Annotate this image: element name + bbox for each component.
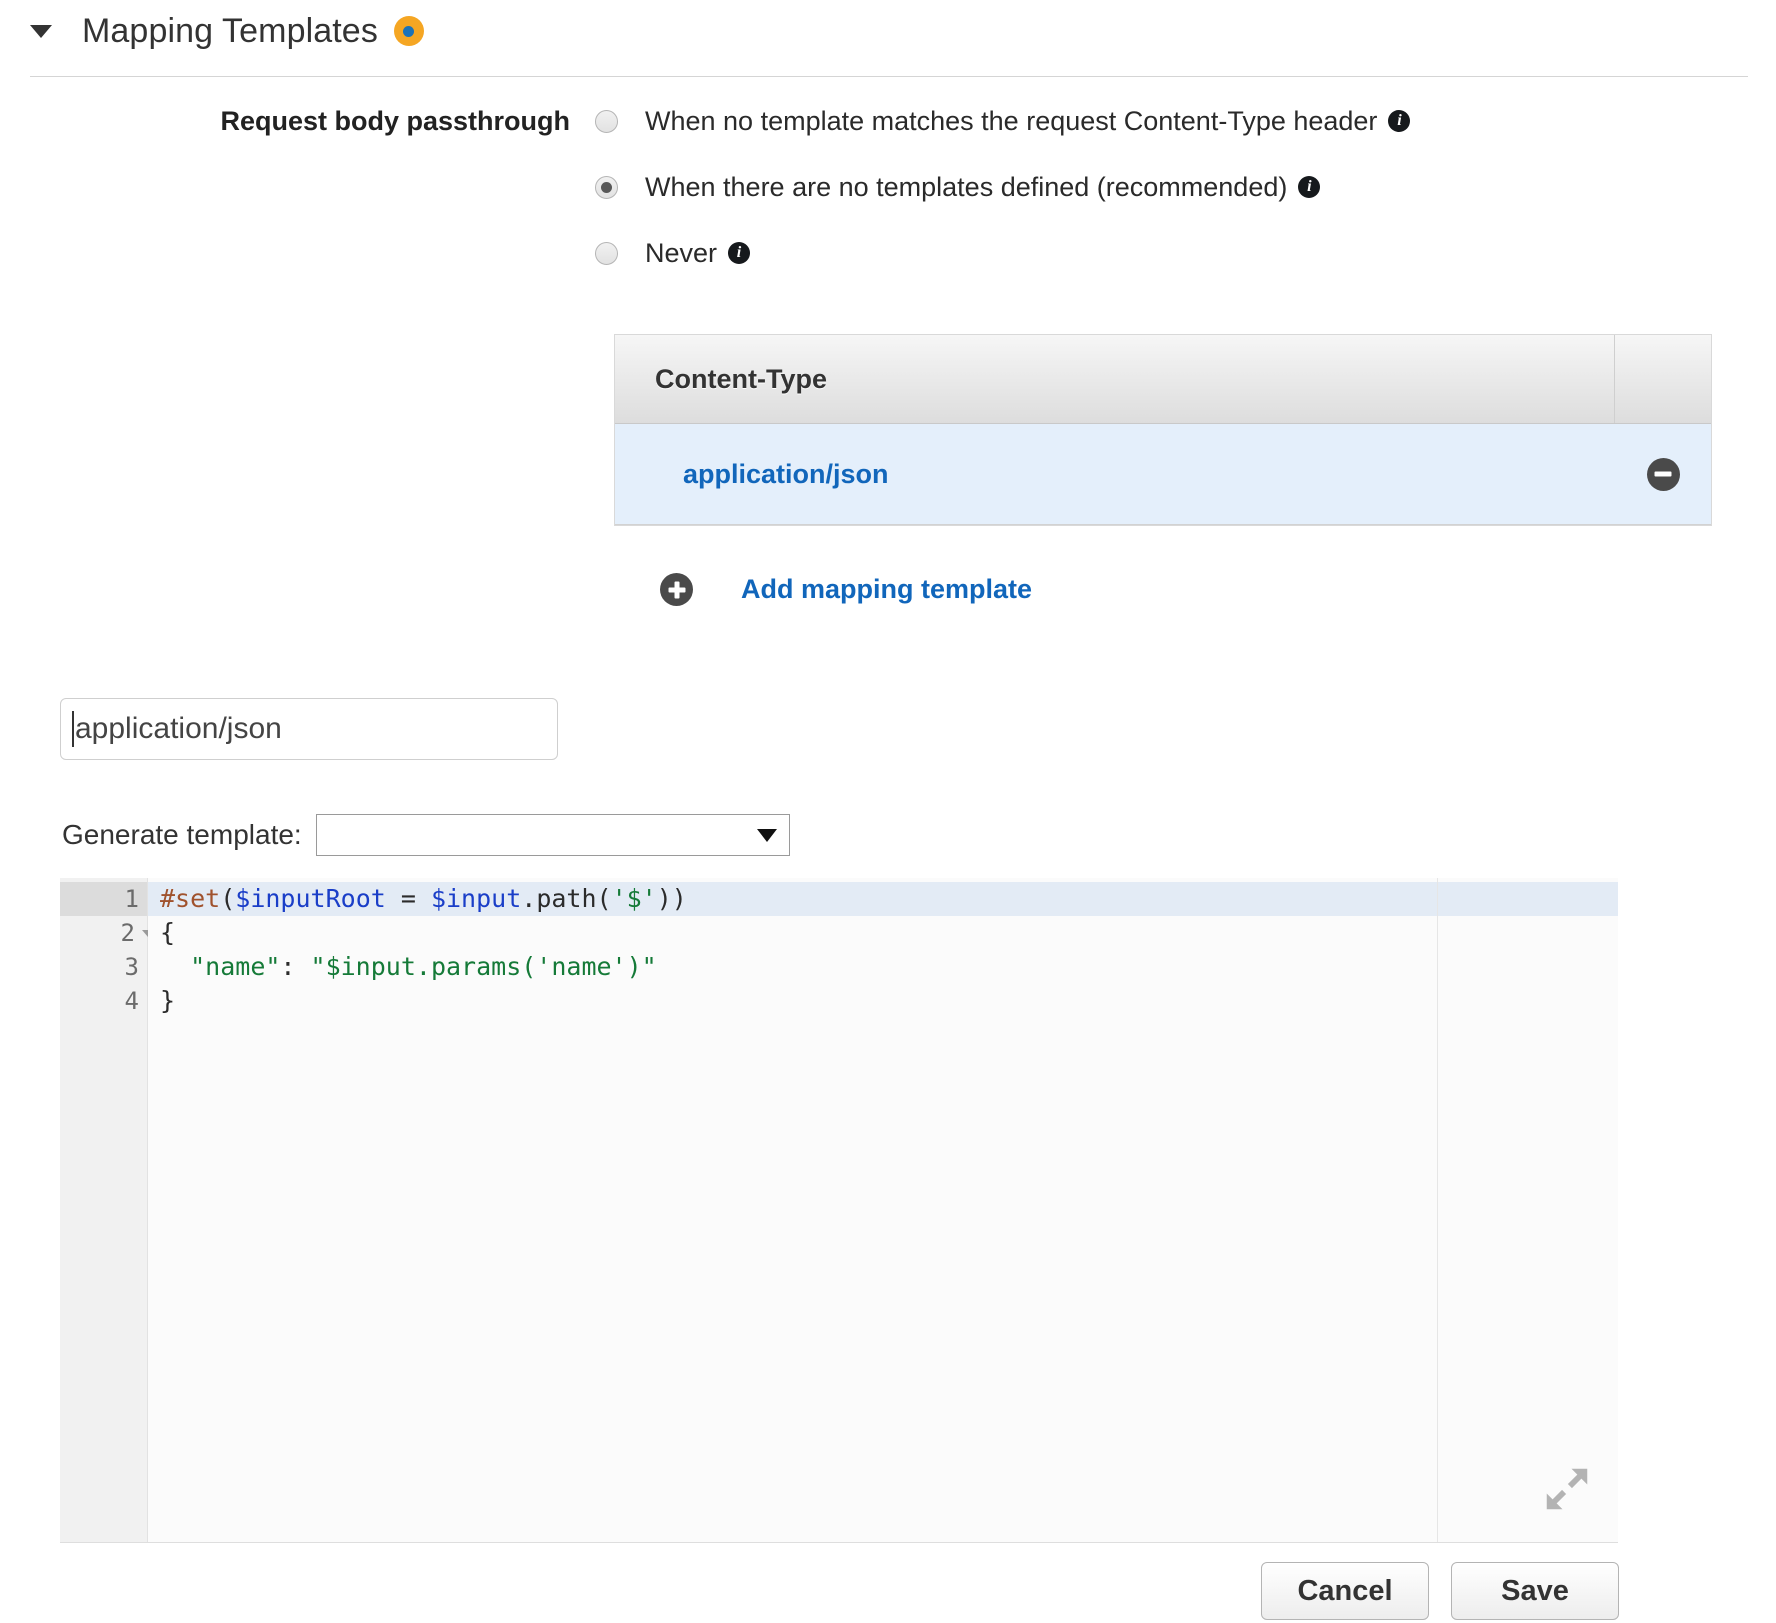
editor-code-area[interactable]: #set($inputRoot = $input.path('$')){ "na… (148, 878, 1618, 1542)
request-body-passthrough-group: Request body passthrough When no templat… (0, 104, 1776, 302)
page-title: Mapping Templates (82, 12, 378, 50)
cursor-target-icon (393, 16, 424, 46)
passthrough-option-label-1: When there are no templates defined (rec… (645, 172, 1288, 202)
content-type-input-value: application/json (75, 712, 282, 745)
editor-bottom-divider (60, 1542, 1618, 1543)
content-type-table: Content-Type application/json (614, 334, 1712, 526)
editor-print-margin (1437, 878, 1438, 1542)
content-type-link-application-json[interactable]: application/json (683, 459, 889, 490)
passthrough-option-row-2: Never i (0, 236, 1776, 302)
generate-template-row: Generate template: (62, 814, 790, 856)
mapping-template-code-editor[interactable]: 1 2 3 4 #set($inputRoot = $input.path('$… (60, 878, 1618, 1542)
add-mapping-template-link[interactable]: Add mapping template (741, 574, 1032, 605)
cancel-button[interactable]: Cancel (1261, 1562, 1429, 1620)
editor-code-lines: #set($inputRoot = $input.path('$')){ "na… (148, 882, 1618, 1018)
dialog-footer: Cancel Save (0, 1562, 1776, 1620)
generate-template-select[interactable] (315, 814, 790, 856)
line-number-3: 3 (124, 953, 139, 981)
table-cell-actions (1615, 424, 1711, 524)
passthrough-option-row-1: When there are no templates defined (rec… (0, 170, 1776, 236)
generate-template-label: Generate template: (62, 819, 302, 850)
passthrough-option-row-0: Request body passthrough When no templat… (0, 104, 1776, 170)
info-icon-no-template-matches[interactable]: i (1388, 110, 1411, 132)
caret-down-icon[interactable] (30, 24, 52, 38)
column-header-actions (1615, 335, 1711, 423)
line-number-2: 2 (60, 916, 154, 950)
line-number-4: 4 (124, 987, 139, 1015)
content-type-input[interactable]: application/json (60, 698, 558, 760)
save-button[interactable]: Save (1451, 1562, 1619, 1620)
plus-circle-icon[interactable] (660, 573, 693, 606)
request-body-passthrough-label: Request body passthrough (220, 106, 570, 136)
info-icon-never[interactable]: i (728, 242, 751, 264)
mapping-templates-header[interactable]: Mapping Templates (0, 0, 1776, 62)
code-line-1: #set($inputRoot = $input.path('$')) (148, 882, 1618, 916)
code-line-3: "name": "$input.params('name')" (190, 952, 657, 981)
minus-circle-icon[interactable] (1646, 457, 1680, 491)
code-line-4: } (160, 986, 176, 1015)
passthrough-option-label-0: When no template matches the request Con… (645, 106, 1378, 136)
header-divider (30, 76, 1748, 77)
radio-never[interactable] (595, 241, 618, 265)
table-header-row: Content-Type (615, 335, 1711, 424)
text-caret (72, 711, 74, 747)
table-cell-content-type: application/json (615, 424, 1615, 524)
radio-no-templates-defined[interactable] (595, 175, 618, 199)
table-row[interactable]: application/json (615, 424, 1711, 525)
expand-diagonal-icon[interactable] (1540, 1462, 1594, 1516)
code-line-2: { (160, 918, 176, 947)
chevron-down-icon (756, 828, 777, 842)
add-mapping-template-row[interactable]: Add mapping template (660, 573, 1032, 606)
info-icon-no-templates-defined[interactable]: i (1298, 176, 1321, 198)
radio-no-template-matches[interactable] (595, 109, 618, 133)
line-number-1: 1 (60, 882, 147, 916)
column-header-content-type: Content-Type (615, 335, 1615, 423)
passthrough-option-label-2: Never (645, 238, 718, 268)
editor-line-numbers: 1 2 3 4 (60, 878, 154, 1542)
